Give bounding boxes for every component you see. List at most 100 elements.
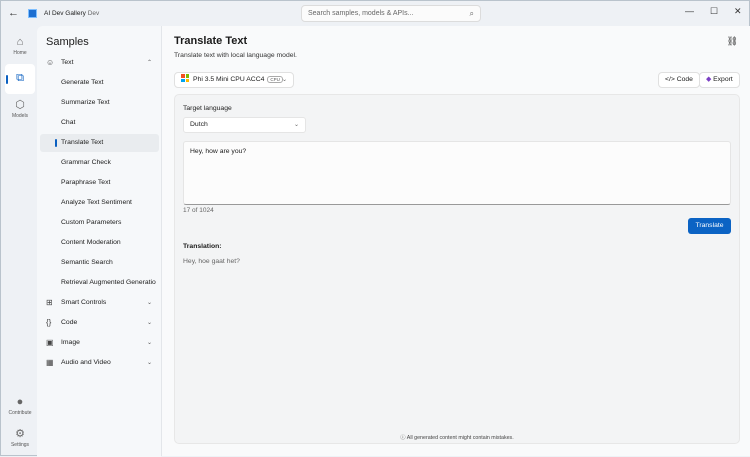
link-icon[interactable]: ⛓ <box>727 36 738 47</box>
page-title: Translate Text <box>174 35 248 47</box>
rail-samples[interactable]: ⧉ <box>5 64 35 94</box>
sidebar-item-label: Grammar Check <box>61 159 111 166</box>
translation-label: Translation: <box>183 243 222 250</box>
maximize-button[interactable]: ☐ <box>710 6 718 17</box>
translation-output: Hey, hoe gaat het? <box>183 258 240 265</box>
code-icon: </> <box>665 76 675 83</box>
disclaimer: ⓘ All generated content might contain mi… <box>175 433 739 441</box>
rail-contribute[interactable]: ● Contribute <box>5 396 35 416</box>
app-logo-icon <box>28 9 37 18</box>
github-icon: ● <box>16 396 24 408</box>
sidebar-item-label: Generate Text <box>61 79 104 86</box>
sidebar-item-label: Audio and Video <box>61 359 111 366</box>
chevron-down-icon: ⌄ <box>146 320 152 326</box>
visual-studio-icon: ◆ <box>706 76 712 83</box>
samples-title: Samples <box>46 36 89 48</box>
sidebar-category[interactable]: {} Code ⌄ <box>40 314 159 332</box>
sidebar-category[interactable]: ⊞ Smart Controls ⌄ <box>40 294 159 312</box>
app-name: AI Dev Gallery <box>44 10 86 17</box>
sidebar-item-label: Semantic Search <box>61 259 113 266</box>
rail-home[interactable]: ⌂ Home <box>5 36 35 56</box>
app-title: AI Dev Gallery Dev <box>44 10 99 17</box>
chevron-down-icon: ⌄ <box>146 300 152 306</box>
target-language-dropdown[interactable]: Dutch ⌄ <box>183 117 306 133</box>
chevron-down-icon: ⌄ <box>146 360 152 366</box>
category-icon: ⊞ <box>46 298 53 307</box>
char-count: 17 of 1024 <box>183 207 214 214</box>
rail-label: Models <box>11 113 29 119</box>
sidebar-item[interactable]: Grammar Check <box>40 154 159 172</box>
search-input[interactable]: Search samples, models & APIs... ⌕ <box>301 5 481 22</box>
sidebar-item[interactable]: Paraphrase Text <box>40 174 159 192</box>
app-channel: Dev <box>87 10 100 17</box>
minimize-button[interactable]: — <box>685 6 694 16</box>
target-language-value: Dutch <box>190 121 208 128</box>
category-icon: ☺ <box>46 58 55 67</box>
app-window: ← AI Dev Gallery Dev Search samples, mod… <box>0 0 750 457</box>
microsoft-logo-icon <box>181 74 189 82</box>
code-label: Code <box>676 76 693 83</box>
sidebar-item-label: Custom Parameters <box>61 219 122 226</box>
export-label: Export <box>713 76 733 83</box>
sidebar-item-label: Image <box>61 339 80 346</box>
samples-icon: ⧉ <box>16 72 24 84</box>
rail-label: Contribute <box>8 410 32 416</box>
translate-button[interactable]: Translate <box>688 218 731 234</box>
rail-settings[interactable]: ⚙ Settings <box>5 427 35 448</box>
chevron-down-icon: ⌄ <box>281 77 287 83</box>
samples-pane: Samples ☺ Text ⌃ Generate Text Summarize Tex… <box>37 26 161 457</box>
input-textarea[interactable]: Hey, how are you? <box>183 141 731 205</box>
chevron-down-icon: ⌄ <box>146 340 152 346</box>
chevron-down-icon: ⌄ <box>293 122 299 128</box>
sidebar-item-label: Content Moderation <box>61 239 121 246</box>
sidebar-item[interactable]: Chat <box>40 114 159 132</box>
cpu-badge: CPU <box>267 76 283 83</box>
sidebar-item[interactable]: Content Moderation <box>40 234 159 252</box>
input-text: Hey, how are you? <box>190 148 247 155</box>
back-arrow-icon[interactable]: ← <box>8 7 19 19</box>
sidebar-item-label: Paraphrase Text <box>61 179 111 186</box>
search-icon: ⌕ <box>469 9 474 18</box>
main-content: Translate Text Translate text with local… <box>161 26 750 456</box>
info-icon: ⓘ <box>400 435 406 441</box>
sidebar-item-label: Text <box>61 59 74 66</box>
sidebar-category[interactable]: ☺ Text ⌃ <box>40 54 159 72</box>
category-icon: ▦ <box>46 358 54 367</box>
sidebar-item-label: Smart Controls <box>61 299 107 306</box>
model-selector[interactable]: Phi 3.5 Mini CPU ACC4 CPU ⌄ <box>174 72 294 88</box>
nav-rail: ⌂ Home ⧉ ⬡ Models ● Contribute ⚙ Settings <box>1 26 37 457</box>
cube-icon: ⬡ <box>15 99 25 111</box>
sidebar-item[interactable]: Custom Parameters <box>40 214 159 232</box>
code-button[interactable]: </> Code <box>658 72 700 88</box>
disclaimer-text: All generated content might contain mist… <box>406 435 514 441</box>
search-placeholder: Search samples, models & APIs... <box>308 10 414 17</box>
model-name: Phi 3.5 Mini CPU ACC4 <box>193 76 265 83</box>
category-icon: {} <box>46 318 52 327</box>
sidebar-item-label: Code <box>61 319 78 326</box>
category-icon: ▣ <box>46 338 54 347</box>
sidebar-item[interactable]: Semantic Search <box>40 254 159 272</box>
sidebar-item-label: Translate Text <box>61 139 104 146</box>
page-subtitle: Translate text with local language model… <box>174 52 297 59</box>
gear-icon: ⚙ <box>15 428 25 440</box>
sidebar-item[interactable]: Translate Text <box>40 134 159 152</box>
export-button[interactable]: ◆ Export <box>699 72 740 88</box>
sidebar-item[interactable]: Generate Text <box>40 74 159 92</box>
sidebar-item[interactable]: Summarize Text <box>40 94 159 112</box>
rail-label: Home <box>13 50 27 56</box>
home-icon: ⌂ <box>16 36 24 48</box>
sidebar-item-label: Analyze Text Sentiment <box>61 199 132 206</box>
chevron-up-icon: ⌃ <box>146 60 152 66</box>
sidebar-item[interactable]: Retrieval Augmented Generation <box>40 274 159 292</box>
sidebar-item[interactable]: Analyze Text Sentiment <box>40 194 159 212</box>
close-button[interactable]: ✕ <box>734 6 742 17</box>
sidebar-item-label: Retrieval Augmented Generation <box>61 279 156 286</box>
rail-label: Settings <box>10 442 30 448</box>
rail-models[interactable]: ⬡ Models <box>5 98 35 119</box>
sidebar-item-label: Summarize Text <box>61 99 110 106</box>
sidebar-item-label: Chat <box>61 119 76 126</box>
sidebar-category[interactable]: ▦ Audio and Video ⌄ <box>40 354 159 372</box>
target-language-label: Target language <box>183 105 232 112</box>
title-bar: ← AI Dev Gallery Dev Search samples, mod… <box>1 1 750 26</box>
sidebar-category[interactable]: ▣ Image ⌄ <box>40 334 159 352</box>
